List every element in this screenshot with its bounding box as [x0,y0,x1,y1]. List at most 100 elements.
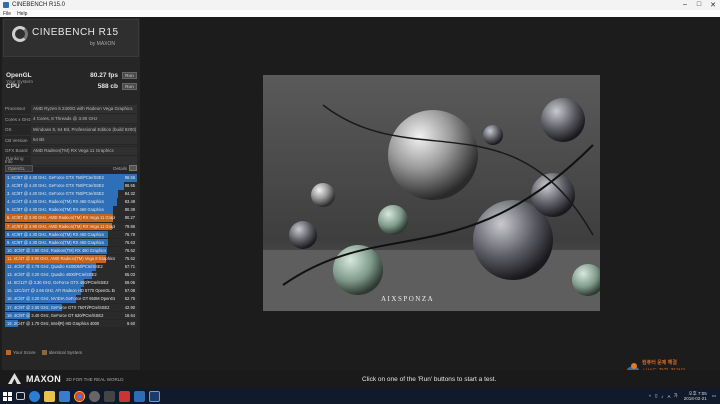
ranking-label: 4. 4C/4T @ 4.30 GHz, Radeon(TM) RX 460 G… [7,199,104,205]
sys-value: AMD Ryzen 5 2400G with Radeon Vega Graph… [31,104,137,113]
ranking-item[interactable]: 15. 12C/24T @ 2.66 GHz, ATI Radeon HD 57… [5,287,137,295]
brand-tagline: 3D FOR THE REAL WORLD [66,377,124,382]
close-icon[interactable]: ✕ [706,1,720,9]
sys-row-gfx: GFX Board AMD Radeon(TM) RX Vega 11 Graph… [5,146,137,157]
cinebench-logo-icon [12,26,28,42]
score-value: 588 cb [97,83,118,90]
ranking-label: 11. 4C/4T @ 3.90 GHz, AMD Radeon(TM) Veg… [7,255,115,261]
status-text: Click on one of the 'Run' buttons to sta… [362,376,497,383]
clock-date: 2018-02-21 [683,396,707,401]
maximize-icon[interactable]: □ [692,1,706,9]
ranking-label: 10. 4C/8T @ 3.80 GHz, Radeon(TM) RX 460 … [7,247,107,253]
notification-icon[interactable]: ▭ [712,393,716,399]
ranking-item[interactable]: 7. 4C/8T @ 3.90 GHz, AMD Radeon(TM) RX V… [5,222,137,231]
sys-value: Windows 8, 64 Bit, Professional Edition … [31,125,137,134]
score-label: OpenGL [6,72,32,79]
ranking-score: 76.52 [124,247,135,253]
ranking-item[interactable]: 18. 4C/8T @ 3.40 GHz, GeForce GT 620/PCI… [5,311,137,320]
ranking-score: 9.60 [127,320,135,326]
clock[interactable]: 오후 7:05 2018-02-21 [684,391,707,402]
ie-browser-icon[interactable] [29,390,40,402]
ranking-item[interactable]: 16. 4C/8T @ 3.20 GHz, NVIDIA GeForce GT … [5,295,137,303]
ranking-score: 59.06 [124,280,135,286]
left-panel: CINEBENCH R15 by MAXON OpenGL 80.27 fps … [2,18,140,370]
system-title: Your System [6,80,34,85]
app-icon [3,2,9,8]
task-view-icon[interactable] [16,392,25,400]
ranking-item[interactable]: 3. 4C/8T @ 4.20 GHz, GeForce GTX 750/PCI… [5,190,137,198]
ranking-item[interactable]: 8. 4C/8T @ 4.30 GHz, Radeon(TM) RX 460 G… [5,230,137,239]
tray-arrow-icon[interactable]: ^ [649,394,651,399]
ranking-label: 18. 4C/8T @ 3.40 GHz, GeForce GT 620/PCI… [7,312,104,318]
sys-row-cb-version: CB Version 64 Bit [5,136,137,146]
menu-file[interactable]: File [3,11,11,17]
run-opengl-button[interactable]: Run [122,72,137,79]
legend-swatch [6,350,11,355]
sys-key: Processor [5,106,26,112]
ranking-item[interactable]: 17. 4C/8T @ 2.60 GHz, GeForce GTX 750Ti/… [5,303,137,312]
ranking-score: 80.27 [124,215,135,221]
ranking-score: 18.64 [124,312,135,318]
sys-row-cores: Cores x GHz 4 Cores, 8 Threads @ 3.90 GHz [5,115,137,125]
app-icon[interactable] [119,390,130,402]
settings-icon[interactable] [89,390,100,402]
ranking-item[interactable]: 12. 4C/8T @ 2.79 GHz, Quadro K4000M/PCIe… [5,263,137,271]
ranking-score: 98.56 [124,175,135,180]
sys-value: 64 Bit [31,136,137,145]
ranking-score: 65.03 [124,272,135,278]
title-bar: CINEBENCH R15.0 – □ ✕ [0,0,720,10]
ranking-item[interactable]: 1. 6C/6T @ 4.30 GHz, GeForce GTX 750/PCI… [5,174,137,182]
details-toggle-button[interactable] [129,165,137,171]
ranking-label: 3. 4C/8T @ 4.20 GHz, GeForce GTX 750/PCI… [7,191,104,197]
ranking-item[interactable]: 10. 4C/8T @ 3.80 GHz, Radeon(TM) RX 460 … [5,246,137,255]
app-icon[interactable] [134,390,145,402]
volume-icon[interactable]: ♪ [661,394,663,399]
app-icon[interactable] [104,390,115,402]
score-value: 80.27 fps [90,72,118,79]
ranking-item[interactable]: 11. 4C/4T @ 3.90 GHz, AMD Radeon(TM) Veg… [5,254,137,263]
ranking-label: 9. 4C/8T @ 4.30 GHz, Radeon(TM) RX 460 G… [7,239,104,245]
ranking-label: 5. 4C/8T @ 4.30 GHz, Radeon(TM) RX 460 G… [7,207,104,213]
run-cpu-button[interactable]: Run [122,83,137,90]
minimize-icon[interactable]: – [678,1,692,9]
sys-key: OS [5,127,12,133]
legend-your-score: Your Score [13,350,36,355]
chrome-icon[interactable] [74,390,85,402]
details-label: Details [113,165,127,171]
ranking-label: 1. 6C/6T @ 4.30 GHz, GeForce GTX 750/PCI… [7,175,104,180]
ranking-score: 80.39 [124,207,135,213]
sys-key: CB Version [5,137,28,143]
ime-indicator[interactable]: 가 [674,393,678,399]
ranking-type-select[interactable]: OpenGL [5,164,33,172]
ranking-item[interactable]: 6. 4C/8T @ 3.90 GHz, AMD Radeon(TM) RX V… [5,214,137,223]
ranking-label: 16. 4C/8T @ 3.20 GHz, NVIDIA GeForce GT … [7,296,115,302]
ranking-item[interactable]: 2. 4C/8T @ 4.20 GHz, GeForce GTX 750/PCI… [5,182,137,190]
network-icon[interactable]: ▯ [655,393,657,399]
menu-help[interactable]: Help [17,11,27,17]
cinebench-task-icon[interactable] [149,390,160,402]
ranking-item[interactable]: 19. 2C/4T @ 1.70 GHz, Intel(R) HD Graphi… [5,319,137,328]
file-explorer-icon[interactable] [44,390,55,402]
ranking-score: 76.79 [124,231,135,237]
sys-row-processor: Processor AMD Ryzen 5 2400G with Radeon V… [5,104,137,115]
input-lang[interactable]: A [668,394,671,399]
windows-start-icon[interactable] [0,388,14,404]
system-tray: ^ ▯ ♪ A 가 오후 7:05 2018-02-21 ▭ [649,391,720,402]
ranking-score: 79.86 [124,223,135,229]
ranking-item[interactable]: 4. 4C/4T @ 4.30 GHz, Radeon(TM) RX 460 G… [5,198,137,206]
ranking-item[interactable]: 13. 4C/8T @ 3.20 GHz, Quadro 4000/PCIe/S… [5,271,137,279]
system-table: Processor AMD Ryzen 5 2400G with Radeon V… [5,104,137,167]
bottom-bar: MAXON 3D FOR THE REAL WORLD Click on one… [0,370,720,388]
legend-swatch [41,350,47,355]
ranking-score: 75.52 [124,255,135,261]
logo-name: CINEBENCH R15 [32,27,119,38]
render-view: AIXSPONZA [263,75,600,311]
logo-sub: by MAXON [90,41,116,47]
sys-value: 4 Cores, 8 Threads @ 3.90 GHz [31,115,137,124]
ranking-item[interactable]: 14. 6C/12T @ 3.30 GHz, GeForce GTX 460/P… [5,279,137,287]
store-icon[interactable] [59,390,70,402]
ranking-item[interactable]: 9. 4C/8T @ 4.30 GHz, Radeon(TM) RX 460 G… [5,238,137,247]
ranking-score: 57.08 [124,288,135,294]
window-title: CINEBENCH R15.0 [12,2,66,8]
ranking-item[interactable]: 5. 4C/8T @ 4.30 GHz, Radeon(TM) RX 460 G… [5,206,137,214]
